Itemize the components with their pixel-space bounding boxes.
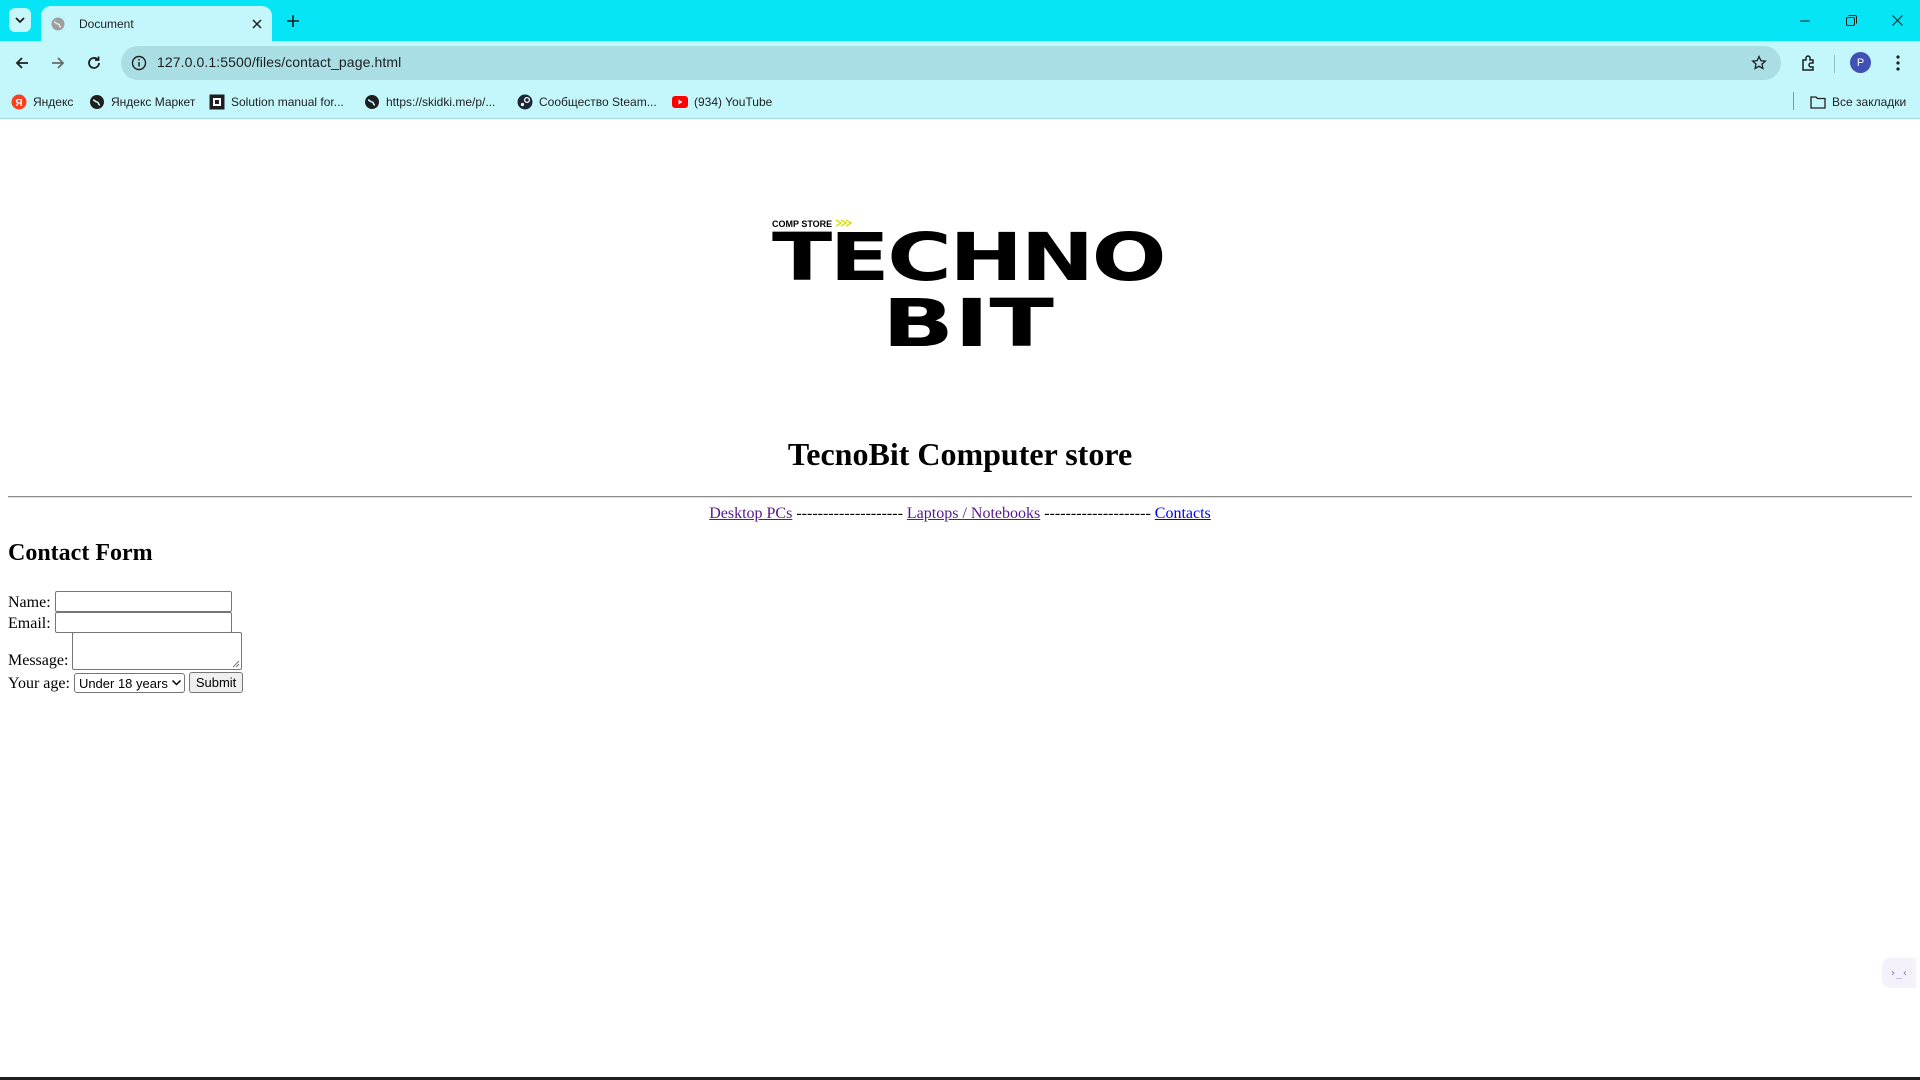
nav-link-contacts[interactable]: Contacts bbox=[1155, 505, 1211, 522]
plus-icon bbox=[287, 15, 299, 27]
form-heading: Contact Form bbox=[8, 540, 153, 566]
email-input[interactable] bbox=[54, 612, 232, 633]
globe-icon bbox=[364, 94, 380, 110]
chevron-down-icon bbox=[171, 680, 181, 686]
nav-separator: -------------------- bbox=[796, 505, 903, 522]
puzzle-icon bbox=[1802, 55, 1814, 71]
youtube-icon bbox=[672, 94, 688, 110]
page-title: TecnoBit Computer store bbox=[787, 436, 1133, 472]
restore-button[interactable] bbox=[1828, 0, 1874, 41]
restore-icon bbox=[1845, 15, 1857, 26]
minimize-button[interactable] bbox=[1782, 0, 1828, 41]
bookmark-label: Яндекс Маркет bbox=[111, 95, 196, 109]
minimize-icon bbox=[1800, 20, 1810, 21]
message-row: Message: bbox=[8, 632, 243, 670]
bookmark-star-icon[interactable] bbox=[1749, 53, 1769, 73]
close-icon bbox=[252, 18, 262, 29]
close-tab-button[interactable] bbox=[246, 13, 268, 35]
back-button[interactable] bbox=[10, 51, 34, 75]
arrow-right-icon bbox=[52, 57, 65, 69]
tab-strip: Document bbox=[0, 0, 1920, 41]
svg-text:Я: Я bbox=[15, 98, 22, 109]
url-text: 127.0.0.1:5500/files/contact_page.html bbox=[157, 54, 402, 70]
profile-avatar[interactable]: P bbox=[1850, 52, 1871, 73]
age-select[interactable]: Under 18 years bbox=[73, 673, 185, 693]
bookmark-label: Яндекс bbox=[33, 95, 74, 109]
nav-separator: -------------------- bbox=[1044, 505, 1151, 522]
reload-button[interactable] bbox=[82, 51, 106, 75]
bookmark-item[interactable]: Я Яндекс bbox=[11, 93, 73, 111]
bookmark-item[interactable]: Сообщество Steam... bbox=[517, 93, 657, 111]
folder-icon bbox=[1810, 94, 1826, 110]
svg-text:BIT: BIT bbox=[882, 285, 1054, 356]
forward-button[interactable] bbox=[46, 51, 70, 75]
bookmark-label: https://skidki.me/p/... bbox=[386, 95, 496, 109]
reload-icon bbox=[88, 56, 100, 69]
all-bookmarks-button[interactable]: Все закладки bbox=[1810, 93, 1906, 111]
email-label: Email: bbox=[8, 615, 51, 632]
email-row: Email: bbox=[8, 612, 232, 633]
site-info-icon[interactable] bbox=[130, 54, 148, 72]
close-window-button[interactable] bbox=[1874, 0, 1920, 41]
bookmark-label: (934) YouTube bbox=[694, 95, 773, 109]
all-bookmarks-label: Все закладки bbox=[1832, 95, 1907, 109]
globe-icon bbox=[89, 94, 105, 110]
name-row: Name: bbox=[8, 591, 232, 612]
bookmark-label: Solution manual for... bbox=[231, 95, 344, 109]
bookmarks-divider bbox=[1793, 92, 1794, 110]
bookmark-item[interactable]: Яндекс Маркет bbox=[89, 93, 195, 111]
steam-icon bbox=[517, 94, 533, 110]
active-tab[interactable]: Document bbox=[41, 6, 272, 41]
bookmark-item[interactable]: https://skidki.me/p/... bbox=[364, 93, 495, 111]
age-row: Your age: Under 18 years Submit bbox=[8, 672, 244, 693]
bookmark-item[interactable]: (934) YouTube bbox=[672, 93, 772, 111]
globe-icon bbox=[50, 16, 66, 32]
horizontal-rule bbox=[8, 496, 1912, 498]
message-textarea[interactable] bbox=[72, 632, 243, 670]
age-selected-value: Under 18 years bbox=[78, 675, 168, 691]
nav-link-laptops[interactable]: Laptops / Notebooks bbox=[907, 505, 1040, 522]
tab-title: Document bbox=[79, 16, 134, 31]
menu-button[interactable] bbox=[1886, 51, 1910, 75]
site-nav: Desktop PCs -------------------- Laptops… bbox=[0, 505, 1920, 523]
submit-button[interactable]: Submit bbox=[188, 672, 244, 693]
close-icon bbox=[1891, 15, 1903, 26]
browser-toolbar: 127.0.0.1:5500/files/contact_page.html P bbox=[0, 41, 1920, 85]
new-tab-button[interactable] bbox=[282, 10, 304, 32]
bookmark-item[interactable]: Solution manual for... bbox=[209, 93, 344, 111]
name-input[interactable] bbox=[54, 591, 232, 612]
page-content: COMP STORE TECHNO BIT TecnoBit Computer … bbox=[0, 120, 1920, 1077]
age-label: Your age: bbox=[8, 675, 70, 692]
message-label: Message: bbox=[8, 652, 69, 669]
kebab-menu-icon bbox=[1896, 55, 1900, 71]
name-label: Name: bbox=[8, 594, 51, 611]
site-icon bbox=[209, 94, 225, 110]
bookmarks-bar: Я Яндекс Яндекс Маркет Solution manual f… bbox=[0, 85, 1920, 119]
side-widget-button[interactable]: ›_‹ bbox=[1882, 958, 1916, 988]
bookmark-label: Сообщество Steam... bbox=[539, 95, 657, 109]
yandex-icon: Я bbox=[11, 94, 27, 110]
tab-search-button[interactable] bbox=[9, 8, 31, 32]
address-bar[interactable]: 127.0.0.1:5500/files/contact_page.html bbox=[121, 46, 1781, 80]
extensions-button[interactable] bbox=[1797, 51, 1821, 75]
nav-link-desktop-pcs[interactable]: Desktop PCs bbox=[709, 505, 792, 522]
arrow-left-icon bbox=[15, 57, 28, 69]
resize-grip-icon[interactable] bbox=[232, 660, 240, 668]
toolbar-divider bbox=[1834, 55, 1835, 73]
chevron-down-icon bbox=[15, 17, 25, 24]
technobit-logo: COMP STORE TECHNO BIT bbox=[770, 216, 1170, 362]
